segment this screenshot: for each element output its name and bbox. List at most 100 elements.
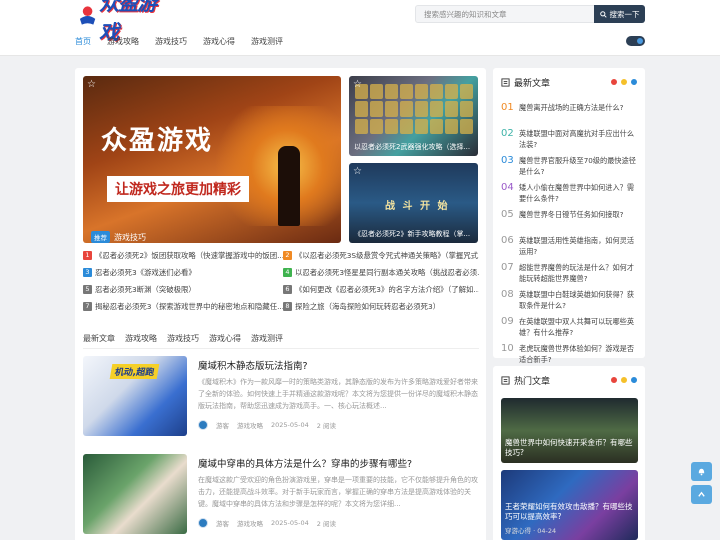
article-author[interactable]: 游客 xyxy=(216,518,229,528)
featured-pic-1[interactable]: ☆ 以忍者必须死2武器强化攻略（选择... xyxy=(349,76,478,156)
nav-item-guides[interactable]: 游戏攻略 xyxy=(107,36,139,47)
news-title: 忍者必须死3《游戏迷们必看》 xyxy=(95,268,196,277)
latest-title: 魔兽世界官服升级至70级的最快途径是什么? xyxy=(519,156,636,176)
bell-button[interactable] xyxy=(691,462,712,481)
article-date: 2025-05-04 xyxy=(271,421,309,429)
rank-number: 02 xyxy=(501,128,514,139)
rank-badge: 3 xyxy=(83,268,92,277)
list-item[interactable]: 05 魔兽世界冬日镫节任务如何接取? xyxy=(501,209,641,230)
nav-item-reviews[interactable]: 游戏测评 xyxy=(251,36,283,47)
article-card: 机动,超跑 魔域积木静态版玩法指南? 《魔域积木》作为一款风靡一时的策略类游戏，… xyxy=(83,356,479,436)
nav-item-home[interactable]: 首页 xyxy=(75,36,91,47)
article-title[interactable]: 魔域中穿串的具体方法是什么？穿串的步骤有哪些? xyxy=(198,456,412,470)
hot-article-meta: 穿游心得 · 04-24 xyxy=(505,527,557,535)
nav-item-tips[interactable]: 游戏技巧 xyxy=(155,36,187,47)
site-logo[interactable]: 众盈游戏 xyxy=(78,0,172,44)
search-input[interactable]: 搜索感兴趣的知识和文章 xyxy=(415,5,595,23)
article-title[interactable]: 魔域积木静态版玩法指南? xyxy=(198,358,308,372)
article-category[interactable]: 游戏攻略 xyxy=(237,420,263,430)
list-item[interactable]: 04 矮人小偷在魔兽世界中如何进入？需要什么条件? xyxy=(501,182,641,204)
hero-warrior-figure xyxy=(278,146,300,226)
tab-reviews[interactable]: 游戏测评 xyxy=(251,333,283,344)
tab-experience[interactable]: 游戏心得 xyxy=(209,333,241,344)
document-icon xyxy=(501,78,510,87)
article-card: 魔域中穿串的具体方法是什么？穿串的步骤有哪些? 在魔域这款广受欢迎的角色扮演游戏… xyxy=(83,454,479,534)
battle-start-text: 战 斗 开 始 xyxy=(385,201,450,212)
article-date: 2025-05-04 xyxy=(271,519,309,527)
article-thumbnail[interactable] xyxy=(83,454,187,534)
article-meta: 游客 游戏攻略 2025-05-04 2 阅读 xyxy=(198,420,336,430)
avatar[interactable] xyxy=(198,518,208,528)
list-item[interactable]: 3 忍者必须死3《游戏迷们必看》 xyxy=(83,267,283,278)
rank-number: 01 xyxy=(501,102,514,113)
list-item[interactable]: 8 探险之旅（海岛探险如何玩转忍者必须死3） xyxy=(283,301,479,312)
hot-article-card[interactable]: 王者荣耀如何有效攻击敌播？有哪些技巧可以提高效率? 穿游心得 · 04-24 xyxy=(501,470,638,540)
rank-badge: 1 xyxy=(83,251,92,260)
star-icon[interactable]: ☆ xyxy=(353,167,363,177)
article-thumbnail[interactable]: 机动,超跑 xyxy=(83,356,187,436)
news-title: 《以忍者必须死3S级悬赏令咒式神通关策略》（掌握咒式... xyxy=(295,251,479,260)
list-item[interactable]: 5 忍者必须死3断渊（突破极限） xyxy=(83,284,283,295)
latest-title: 英雄联盟活用性英雄指南，如何灵活运用? xyxy=(519,236,635,256)
latest-title: 在英雄联盟中双人共舞可以玩哪些英雄？有什么推荐? xyxy=(519,317,635,337)
article-category[interactable]: 游戏攻略 xyxy=(237,518,263,528)
window-dots xyxy=(611,79,637,85)
list-item[interactable]: 06 英雄联盟活用性英雄指南，如何灵活运用? xyxy=(501,235,641,257)
tab-tips[interactable]: 游戏技巧 xyxy=(167,333,199,344)
list-item[interactable]: 1 《忍者必须死2》饭团获取攻略（快速掌握游戏中的饭团... xyxy=(83,250,283,261)
widget-title: 热门文章 xyxy=(514,377,551,387)
hero-subtitle: 让游戏之旅更加精彩 xyxy=(107,176,249,202)
news-title: 探险之旅（海岛探险如何玩转忍者必须死3） xyxy=(295,302,441,311)
featured-caption: 以忍者必须死2武器强化攻略（选择... xyxy=(354,143,471,151)
widget-header: 最新文章 xyxy=(501,76,550,89)
hot-article-card[interactable]: 魔兽世界中如何快速开采金币？有哪些技巧? xyxy=(501,398,638,463)
list-item[interactable]: 7 揭秘忍者必须死3（探索游戏世界中的秘密地点和隐藏任... xyxy=(83,301,283,312)
hot-article-title: 王者荣耀如何有效攻击敌播？有哪些技巧可以提高效率? xyxy=(505,502,633,521)
article-author[interactable]: 游客 xyxy=(216,420,229,430)
latest-title: 英雄联盟中面对高魔抗对手应出什么法装? xyxy=(519,129,635,149)
document-icon xyxy=(501,376,510,385)
latest-title: 超能世界魔兽的玩法是什么？如何才能玩转超能世界魔兽? xyxy=(519,263,635,283)
rank-number: 10 xyxy=(501,343,514,354)
search-icon xyxy=(599,10,607,18)
gamepad-icon xyxy=(79,6,96,25)
item-grid-image xyxy=(355,84,473,134)
nav-item-experience[interactable]: 游戏心得 xyxy=(203,36,235,47)
rank-badge: 4 xyxy=(283,268,292,277)
list-item[interactable]: 10 老虎玩魔兽世界体验如何？游戏是否适合新手? xyxy=(501,343,641,365)
hero-category-label: 游戏技巧 xyxy=(114,232,146,242)
search-button[interactable]: 搜索一下 xyxy=(594,5,645,23)
rank-badge: 2 xyxy=(283,251,292,260)
star-icon[interactable]: ☆ xyxy=(87,80,97,90)
theme-toggle[interactable] xyxy=(626,36,645,46)
article-meta: 游客 游戏攻略 2025-05-04 2 阅读 xyxy=(198,518,336,528)
hero-banner[interactable]: ☆ 众盈游戏 让游戏之旅更加精彩 推荐 游戏技巧 xyxy=(83,76,341,243)
list-item[interactable]: 09 在英雄联盟中双人共舞可以玩哪些英雄？有什么推荐? xyxy=(501,316,641,338)
list-item[interactable]: 2 《以忍者必须死3S级悬赏令咒式神通关策略》（掌握咒式... xyxy=(283,250,479,261)
recommend-badge: 推荐 xyxy=(91,231,110,243)
window-dots xyxy=(611,377,637,383)
featured-caption: 《忍者必须死2》新手攻略教程（掌... xyxy=(354,230,471,238)
rank-badge: 5 xyxy=(83,285,92,294)
star-icon[interactable]: ☆ xyxy=(353,80,363,90)
article-reads: 2 阅读 xyxy=(316,520,336,528)
featured-pic-2[interactable]: ☆ 战 斗 开 始 《忍者必须死2》新手攻略教程（掌... xyxy=(349,163,478,243)
article-excerpt: 在魔域这款广受欢迎的角色扮演游戏里，穿串是一项重要的技能，它不仅能够提升角色的攻… xyxy=(198,476,478,508)
rank-number: 06 xyxy=(501,235,514,246)
main-content-card: ☆ 众盈游戏 让游戏之旅更加精彩 推荐 游戏技巧 ☆ 以忍者必须死2武器强化攻略… xyxy=(75,68,486,540)
list-item[interactable]: 01 魔兽离开战场的正确方法是什么? xyxy=(501,102,641,123)
tab-latest[interactable]: 最新文章 xyxy=(83,333,115,344)
back-to-top-button[interactable] xyxy=(691,485,712,504)
hot-articles-widget: 热门文章 魔兽世界中如何快速开采金币？有哪些技巧? 王者荣耀如何有效攻击敌播？有… xyxy=(493,366,645,540)
list-item[interactable]: 08 英雄联盟中白鞋球英雄如何获得？获取条件是什么? xyxy=(501,289,641,311)
rank-badge: 6 xyxy=(283,285,292,294)
list-item[interactable]: 4 以忍者必须死3怪星星同行副本通关攻略（挑战忍者必须... xyxy=(283,267,479,278)
tab-guides[interactable]: 游戏攻略 xyxy=(125,333,157,344)
list-item[interactable]: 07 超能世界魔兽的玩法是什么？如何才能玩转超能世界魔兽? xyxy=(501,262,641,284)
hero-category[interactable]: 推荐 游戏技巧 xyxy=(91,231,146,243)
avatar[interactable] xyxy=(198,420,208,430)
article-reads: 2 阅读 xyxy=(316,422,336,430)
list-item[interactable]: 03 魔兽世界官服升级至70级的最快途径是什么? xyxy=(501,155,641,177)
list-item[interactable]: 6 《如何更改《忍者必须死3》的名字方法介绍》（了解如... xyxy=(283,284,479,295)
list-item[interactable]: 02 英雄联盟中面对高魔抗对手应出什么法装? xyxy=(501,128,641,150)
